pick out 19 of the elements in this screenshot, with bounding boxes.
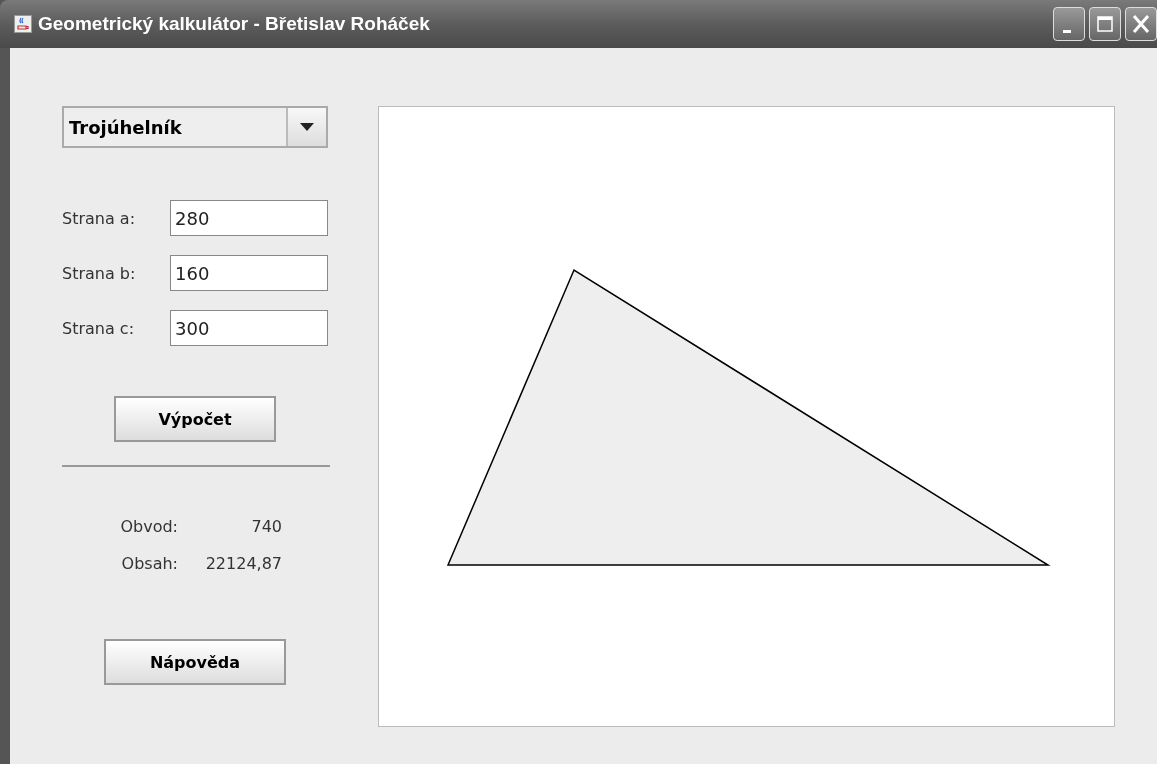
field-label: Strana b:: [62, 263, 137, 283]
calculate-button[interactable]: Výpočet: [114, 396, 276, 442]
shape-dropdown[interactable]: Trojúhelník: [62, 106, 328, 148]
field-label: Strana c:: [62, 318, 136, 338]
input-field[interactable]: 300: [170, 310, 328, 346]
input-field[interactable]: 160: [170, 255, 328, 291]
close-button[interactable]: [1125, 7, 1157, 41]
help-button[interactable]: Nápověda: [104, 639, 286, 685]
result-value: 740: [250, 517, 282, 536]
minimize-icon: [1063, 29, 1071, 33]
result-value: 22124,87: [204, 554, 282, 573]
maximize-button[interactable]: [1089, 7, 1121, 41]
window-title: Geometrický kalkulátor - Břetislav Roháček: [38, 13, 431, 35]
result-label: Obsah:: [120, 554, 178, 573]
field-label: Strana a:: [62, 208, 137, 228]
minimize-button[interactable]: [1053, 7, 1085, 41]
result-label: Obvod:: [119, 517, 178, 536]
input-field[interactable]: 280: [170, 200, 328, 236]
caret-icon: [300, 123, 314, 131]
